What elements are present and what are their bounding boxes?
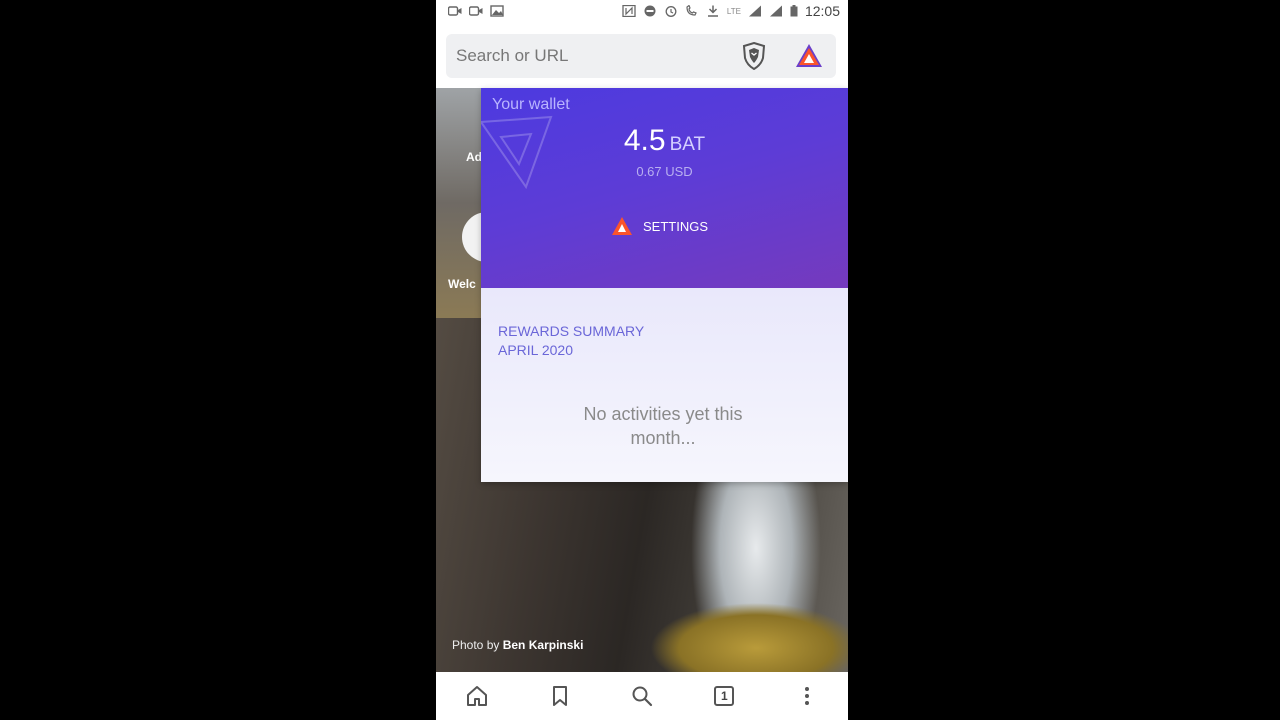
rewards-wallet-panel: Your wallet 4.5 BAT 0.67 USD SETTINGS REW…: [481, 88, 848, 482]
usd-value: 0.67 USD: [636, 164, 693, 179]
brave-shield-icon[interactable]: [740, 41, 768, 71]
bottom-toolbar: 1: [436, 672, 848, 720]
network-type: LTE: [726, 6, 741, 16]
status-bar: LTE 12:05: [436, 0, 848, 22]
brave-rewards-icon: [612, 217, 632, 235]
clock: 12:05: [804, 3, 840, 19]
nfc-icon: [622, 5, 636, 17]
rewards-summary-title: REWARDS SUMMARY APRIL 2020: [498, 322, 644, 360]
video-icon: [469, 5, 483, 17]
summary-heading: REWARDS SUMMARY: [498, 323, 645, 339]
background-stat-text: Ad: [466, 150, 482, 164]
welcome-text: Welc: [448, 277, 476, 291]
wallet-balance: 4.5 BAT: [481, 124, 848, 158]
rewards-settings-button[interactable]: SETTINGS: [611, 214, 708, 238]
bat-amount: 4.5: [623, 124, 666, 157]
alarm-icon: [664, 5, 678, 17]
bat-unit: BAT: [669, 134, 706, 155]
photo-credit-author: Ben Karpinski: [502, 638, 584, 652]
home-icon: [467, 686, 488, 706]
tabs-icon: 1: [714, 686, 735, 706]
search-button[interactable]: [622, 676, 662, 716]
video-icon: [448, 5, 462, 17]
settings-label: SETTINGS: [643, 218, 709, 234]
more-menu-button[interactable]: [787, 676, 827, 716]
wifi-calling-icon: [685, 5, 699, 17]
signal-icon: [748, 5, 762, 17]
no-activity-message: No activities yet this month...: [583, 404, 743, 448]
url-bar: [446, 33, 836, 79]
status-notifications: [448, 5, 504, 17]
battery-icon: [790, 5, 798, 17]
search-icon: [632, 686, 653, 707]
more-icon: [804, 687, 809, 705]
bookmark-icon: [552, 686, 567, 706]
status-system-icons: LTE 12:05: [622, 3, 840, 19]
signal-icon: [769, 5, 783, 17]
search-url-input[interactable]: [446, 33, 740, 79]
wallet-header: [481, 88, 848, 310]
wallet-title: Your wallet: [492, 96, 570, 113]
summary-month: APRIL 2020: [498, 342, 573, 358]
photo-credit[interactable]: Photo by Ben Karpinski: [452, 638, 583, 652]
photo-credit-prefix: Photo by: [452, 638, 500, 652]
brave-rewards-icon[interactable]: [794, 41, 824, 71]
phone-screen: LTE 12:05 Search or URL Ad Welc Photo by…: [436, 0, 848, 720]
bookmarks-button[interactable]: [540, 676, 580, 716]
home-button[interactable]: [457, 676, 497, 716]
image-icon: [490, 5, 504, 17]
tabs-button[interactable]: 1: [704, 676, 744, 716]
rewards-summary: REWARDS SUMMARY APRIL 2020 No activities…: [481, 288, 848, 482]
download-icon: [706, 5, 720, 17]
browser-toolbar: [436, 22, 848, 88]
dnd-icon: [643, 5, 657, 17]
